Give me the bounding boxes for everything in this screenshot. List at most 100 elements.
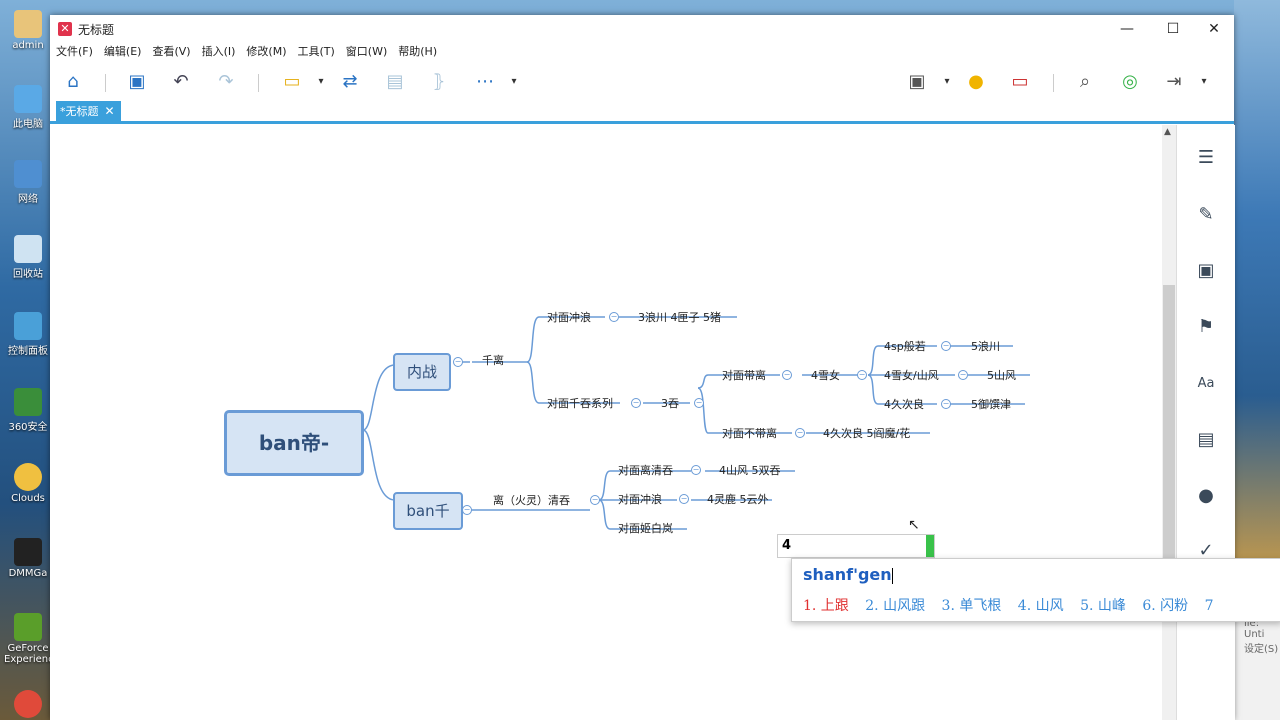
chevron-down-icon[interactable]: ▾ (316, 71, 326, 93)
share-icon[interactable]: ◎ (1119, 71, 1141, 93)
ime-inline-input[interactable]: 4 (777, 534, 935, 558)
collapse-icon[interactable]: − (941, 399, 951, 409)
topic-li-qingtun-value[interactable]: 4山风 5双吞 (719, 462, 781, 478)
desktop-icon-dmm[interactable]: DMMGa (4, 538, 52, 579)
home-icon[interactable]: ⌂ (62, 71, 84, 93)
close-tab-icon[interactable]: ✕ (105, 104, 115, 118)
topic-dm-budai-li[interactable]: 对面不带离 (722, 425, 777, 441)
desktop-icon-recycle-bin[interactable]: 回收站 (4, 235, 52, 280)
topic-icon[interactable]: ▭ (281, 71, 303, 93)
menu-view[interactable]: 查看(V) (152, 43, 190, 61)
redo-icon[interactable]: ↷ (215, 71, 237, 93)
collapse-icon[interactable]: − (691, 465, 701, 475)
comment-icon[interactable]: ● (1195, 485, 1217, 507)
topic-dm-dai-li[interactable]: 对面带离 (722, 367, 766, 383)
topic-chonglang2-value[interactable]: 4灵鹿 5云外 (707, 491, 769, 507)
topic-dm-chonglang-value[interactable]: 3浪川 4匣子 5猪 (638, 309, 721, 325)
desktop-icon-chrome[interactable] (4, 690, 52, 720)
collapse-icon[interactable]: − (679, 494, 689, 504)
topic-budai-value[interactable]: 4久次良 5阎魔/花 (823, 425, 910, 441)
save-icon[interactable]: ▣ (126, 71, 148, 93)
menu-tools[interactable]: 工具(T) (297, 43, 334, 61)
minimize-button[interactable]: — (1104, 15, 1150, 43)
menu-file[interactable]: 文件(F) (56, 43, 93, 61)
menu-window[interactable]: 窗口(W) (346, 43, 387, 61)
chevron-down-icon[interactable]: ▾ (942, 71, 952, 93)
collapse-icon[interactable]: − (631, 398, 641, 408)
close-window-button[interactable]: ✕ (1191, 15, 1237, 43)
lightbulb-icon[interactable]: ● (965, 71, 987, 93)
menu-help[interactable]: 帮助(H) (398, 43, 437, 61)
desktop-icon-network[interactable]: 网络 (4, 160, 52, 205)
undo-icon[interactable]: ↶ (170, 71, 192, 93)
ime-candidate-3[interactable]: 3. 单飞根 (942, 598, 1002, 614)
ime-candidate-2[interactable]: 2. 山风跟 (865, 598, 925, 614)
ime-candidate-4[interactable]: 4. 山风 (1018, 598, 1064, 614)
relationship-icon[interactable]: ⇄ (339, 71, 361, 93)
collapse-icon[interactable]: − (694, 398, 704, 408)
topic-qianli[interactable]: 千离 (482, 352, 504, 368)
topic-5shanfeng[interactable]: 5山风 (987, 367, 1016, 383)
collapse-icon[interactable]: − (453, 357, 463, 367)
scroll-up-icon[interactable]: ▲ (1164, 127, 1171, 137)
vertical-scrollbar[interactable]: ▲ (1162, 125, 1176, 720)
menu-edit[interactable]: 编辑(E) (104, 43, 142, 61)
topic-dm-qiantun[interactable]: 对面千吞系列 (547, 395, 613, 411)
collapse-icon[interactable]: − (462, 505, 472, 515)
gantt-icon[interactable]: ▭ (1009, 71, 1031, 93)
desktop-icon-360[interactable]: 360安全 (4, 388, 52, 433)
topic-4sp[interactable]: 4sp般若 (884, 338, 926, 354)
chevron-down-icon[interactable]: ▾ (509, 71, 519, 93)
notes-icon[interactable]: ▤ (1195, 429, 1217, 451)
boundary-icon[interactable]: ▤ (384, 71, 406, 93)
topic-5yuzhuanjin[interactable]: 5御馔津 (971, 396, 1011, 412)
image-icon[interactable]: ▣ (1195, 260, 1217, 282)
desktop-icon-admin[interactable]: admin (4, 10, 52, 51)
chevron-down-icon[interactable]: ▾ (1199, 71, 1209, 93)
menu-modify[interactable]: 修改(M) (246, 43, 286, 61)
collapse-icon[interactable]: − (590, 495, 600, 505)
topic-4xuenv-shanfeng[interactable]: 4雪女/山风 (884, 367, 939, 383)
ime-candidate-6[interactable]: 6. 闪粉 (1142, 598, 1188, 614)
topic-4jiuciliang[interactable]: 4久次良 (884, 396, 924, 412)
style-icon[interactable]: Aa (1195, 373, 1217, 395)
desktop-icon-this-pc[interactable]: 此电脑 (4, 85, 52, 130)
desktop-icon-geforce[interactable]: GeForce Experience (4, 613, 60, 665)
collapse-icon[interactable]: − (958, 370, 968, 380)
ime-candidate-1[interactable]: 1. 上跟 (803, 598, 849, 614)
outline-icon[interactable]: ☰ (1195, 147, 1217, 169)
topic-dm-chonglang-2[interactable]: 对面冲浪 (618, 491, 662, 507)
collapse-icon[interactable]: − (795, 428, 805, 438)
topic-dm-jibailan[interactable]: 对面姬白岚 (618, 520, 673, 536)
mindmap-canvas[interactable]: ban帝- 内战 − ban千 − 千离 对面冲浪 − 3浪川 4匣子 5猪 对… (50, 125, 1162, 720)
summary-icon[interactable]: ⦄ (428, 71, 450, 93)
topic-3tun[interactable]: 3吞 (661, 395, 679, 411)
collapse-icon[interactable]: − (609, 312, 619, 322)
collapse-icon[interactable]: − (782, 370, 792, 380)
ime-candidate-7[interactable]: 7 (1205, 598, 1214, 614)
topic-dm-li-qingtun[interactable]: 对面离清吞 (618, 462, 673, 478)
bg-window-settings[interactable]: 设定(S) (1244, 640, 1278, 655)
topic-dm-chonglang[interactable]: 对面冲浪 (547, 309, 591, 325)
topic-5langchuan[interactable]: 5浪川 (971, 338, 1000, 354)
ime-candidate-5[interactable]: 5. 山峰 (1080, 598, 1126, 614)
tab-untitled[interactable]: *无标题 ✕ (56, 101, 121, 121)
topic-li-huoling[interactable]: 离（火灵）清吞 (493, 492, 570, 508)
presentation-icon[interactable]: ▣ (906, 71, 928, 93)
scrollbar-thumb[interactable] (1163, 285, 1175, 565)
collapse-icon[interactable]: − (941, 341, 951, 351)
topic-neizhan[interactable]: 内战 (393, 353, 451, 391)
root-topic[interactable]: ban帝- (224, 410, 364, 476)
menu-insert[interactable]: 插入(I) (202, 43, 236, 61)
search-icon[interactable]: ⌕ (1074, 71, 1096, 93)
topic-ban-qian[interactable]: ban千 (393, 492, 463, 530)
export-icon[interactable]: ⇥ (1163, 71, 1185, 93)
format-brush-icon[interactable]: ✎ (1195, 204, 1217, 226)
desktop-icon-clouds[interactable]: Clouds (4, 463, 52, 504)
desktop-icon-control-panel[interactable]: 控制面板 (4, 312, 52, 357)
topic-4xuenv[interactable]: 4雪女 (811, 367, 840, 383)
more-icon[interactable]: ⋯ (474, 71, 496, 93)
flag-icon[interactable]: ⚑ (1195, 316, 1217, 338)
collapse-icon[interactable]: − (857, 370, 867, 380)
maximize-button[interactable]: ☐ (1150, 15, 1196, 43)
